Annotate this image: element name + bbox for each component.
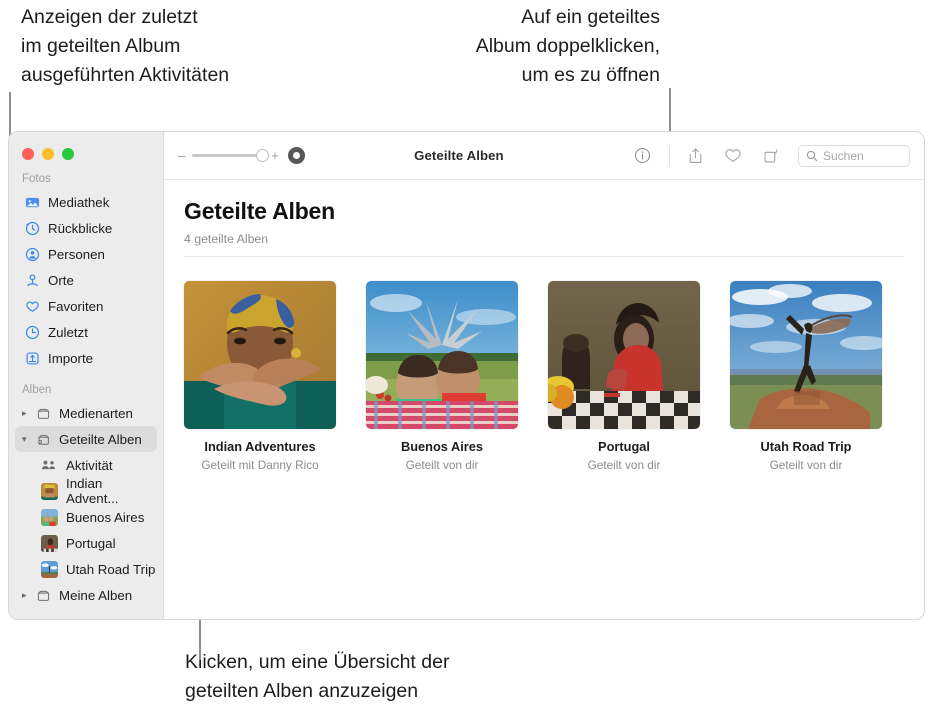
sidebar-item-label: Medienarten [59,405,133,421]
sidebar-item-label: Zuletzt [48,324,88,340]
toolbar-title: Geteilte Alben [414,148,504,163]
sidebar-item-label: Portugal [66,535,116,551]
close-button[interactable] [22,148,34,160]
sidebar-item-geteilte-alben[interactable]: ▾ Geteilte Alben [15,426,157,452]
sidebar-item-label: Favoriten [48,298,104,314]
search-placeholder: Suchen [823,148,864,163]
activity-people-icon [39,458,59,472]
sidebar: Fotos Mediathek Rückblicke Personen Orte [9,132,164,619]
photos-app-window: Fotos Mediathek Rückblicke Personen Orte [8,131,925,620]
favorite-button[interactable] [714,141,752,171]
sidebar-item-label: Rückblicke [48,220,113,236]
toolbar-buttons: Suchen [623,141,910,171]
zoom-slider-control[interactable]: – + [178,149,279,162]
sidebar-item-favoriten[interactable]: Favoriten [15,293,157,319]
album-sharing-info: Geteilt mit Danny Rico [201,458,319,472]
sidebar-item-label: Buenos Aires [66,509,145,525]
folder-icon [33,588,53,603]
album-sharing-info: Geteilt von dir [769,458,843,472]
places-icon [22,273,42,288]
sidebar-item-label: Indian Advent... [66,476,119,506]
album-thumb-buenos-icon [39,508,59,526]
photos-library-icon [22,195,42,210]
album-title: Portugal [598,439,650,454]
callout-overview-text: Klicken, um eine Übersicht der geteilten… [185,651,450,702]
sidebar-item-portugal[interactable]: Portugal [15,530,157,556]
callout-activity-text: Anzeigen der zuletzt im geteilten Album … [21,6,230,86]
minimize-button[interactable] [42,148,54,160]
album-title: Indian Adventures [204,439,316,454]
people-icon [22,247,42,262]
sidebar-item-orte[interactable]: Orte [15,267,157,293]
sidebar-item-personen[interactable]: Personen [15,241,157,267]
sidebar-group-title-alben: Alben [22,384,52,396]
info-button[interactable] [623,141,661,171]
toolbar: – + Geteilte Alben Suchen [164,132,924,180]
callout-doubleclick-text: Auf ein geteiltes Album doppelklicken, u… [475,6,660,86]
sidebar-item-label: Meine Alben [59,587,133,603]
sidebar-item-label: Personen [48,246,105,262]
heart-icon [22,299,42,314]
album-thumb-utah-icon [39,560,59,578]
window-traffic-lights [9,132,163,160]
memories-icon [22,221,42,236]
sidebar-item-buenos-aires[interactable]: Buenos Aires [15,504,157,530]
albums-grid: Indian Adventures Geteilt mit Danny Rico [184,257,904,472]
folder-icon [33,406,53,421]
sidebar-item-label: Orte [48,272,74,288]
album-card[interactable]: Portugal Geteilt von dir [548,281,700,472]
zoom-out-label[interactable]: – [178,149,185,162]
recents-clock-icon [22,325,42,340]
album-sharing-info: Geteilt von dir [405,458,479,472]
album-title: Buenos Aires [400,439,484,454]
chevron-right-icon[interactable]: ▸ [22,408,33,419]
zoom-slider-knob[interactable] [256,149,270,162]
zoom-slider-track[interactable] [192,149,270,162]
sidebar-item-label: Utah Road Trip [66,561,156,577]
sidebar-item-zuletzt[interactable]: Zuletzt [15,319,157,345]
chevron-right-icon[interactable]: ▸ [22,590,33,601]
sidebar-item-label: Aktivität [66,457,113,473]
sidebar-item-importe[interactable]: Importe [15,345,157,371]
toolbar-divider [669,144,670,167]
album-cover-portugal[interactable] [548,281,700,429]
album-title: Utah Road Trip [760,439,852,454]
imports-icon [22,351,42,366]
content-area: Geteilte Alben 4 geteilte Alben Indian A… [164,180,924,619]
album-thumb-indian-icon [39,482,59,500]
sidebar-item-label: Geteilte Alben [59,431,142,447]
chevron-down-icon[interactable]: ▾ [22,434,33,445]
sidebar-item-label: Importe [48,350,94,366]
main-area: – + Geteilte Alben Suchen Geteilte Alben… [164,132,924,619]
sidebar-item-medienarten[interactable]: ▸ Medienarten [15,400,157,426]
album-card[interactable]: Buenos Aires Geteilt von dir [366,281,518,472]
page-title: Geteilte Alben [184,198,335,224]
share-button[interactable] [676,141,714,171]
album-cover-buenos[interactable] [366,281,518,429]
album-thumb-portugal-icon [39,534,59,552]
search-icon [806,150,818,161]
sidebar-item-utah-road-trip[interactable]: Utah Road Trip [15,556,157,582]
search-field[interactable]: Suchen [798,144,910,167]
album-cover-indian[interactable] [184,281,336,429]
zoom-button[interactable] [62,148,74,160]
sidebar-group-title-fotos: Fotos [22,173,51,185]
sidebar-item-label: Mediathek [48,194,110,210]
zoom-in-label[interactable]: + [271,149,279,162]
sidebar-item-meine-alben[interactable]: ▸ Meine Alben [15,582,157,608]
album-card[interactable]: Indian Adventures Geteilt mit Danny Rico [184,281,336,472]
sidebar-item-indian-adventures[interactable]: Indian Advent... [15,476,157,506]
sidebar-item-mediathek[interactable]: Mediathek [15,189,157,215]
rotate-button[interactable] [752,141,790,171]
album-count-label: 4 geteilte Alben [184,232,269,246]
album-cover-utah[interactable] [730,281,882,429]
shared-folder-icon [33,432,53,447]
album-card[interactable]: Utah Road Trip Geteilt von dir [730,281,882,472]
sidebar-item-aktivitaet[interactable]: Aktivität [15,452,157,478]
album-sharing-info: Geteilt von dir [587,458,661,472]
sidebar-item-rueckblicke[interactable]: Rückblicke [15,215,157,241]
